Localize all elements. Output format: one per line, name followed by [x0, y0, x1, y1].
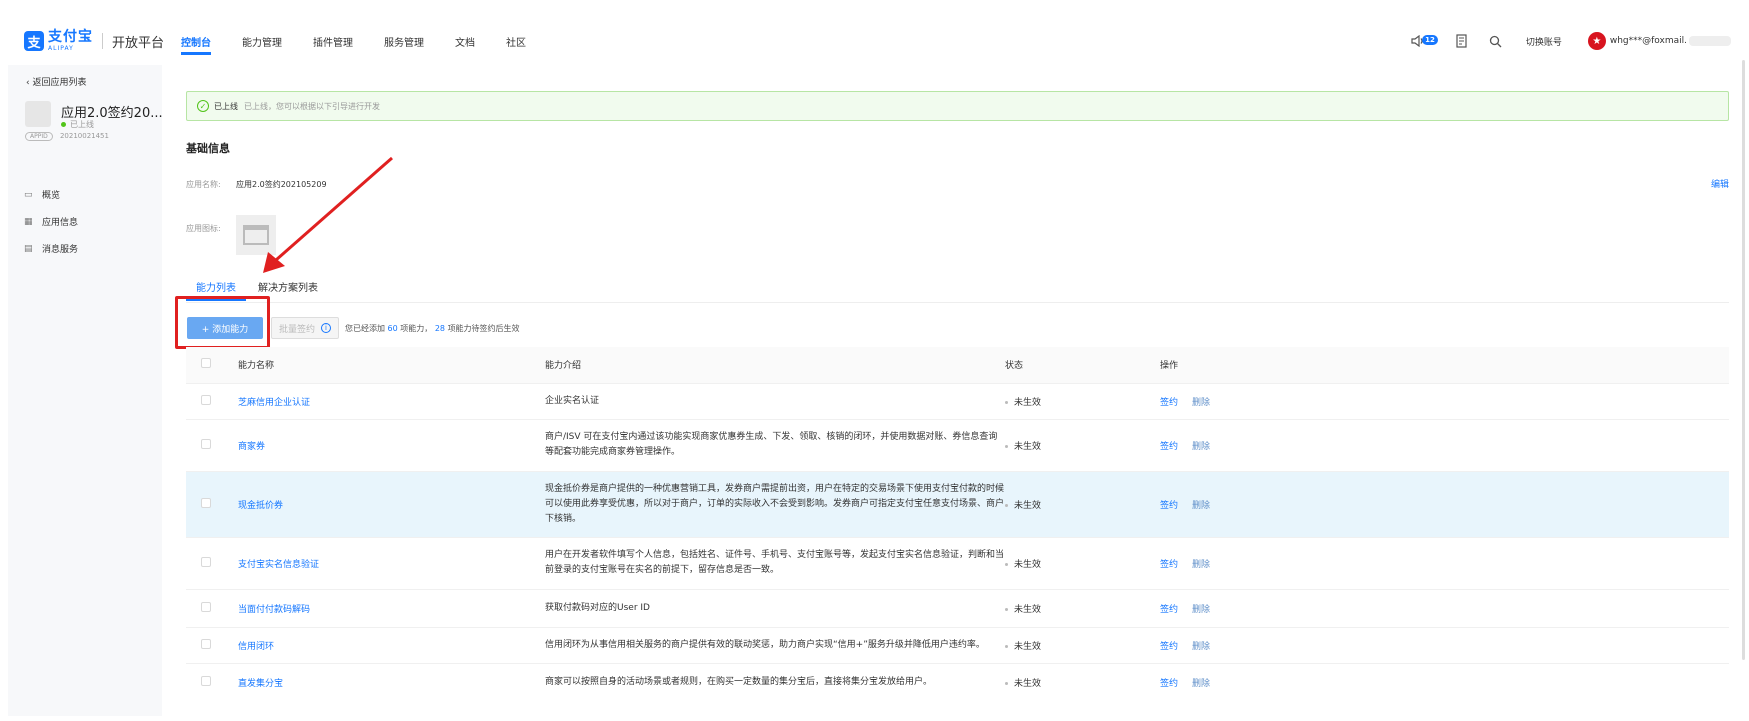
row-checkbox[interactable] — [201, 638, 211, 649]
row-checkbox[interactable] — [201, 675, 211, 686]
status-cell: 未生效 — [1005, 382, 1160, 419]
status-cell: 未生效 — [1005, 536, 1160, 589]
table-row: 直发集分宝 商家可以按照自身的活动场景或者规则，在购买一定数量的集分宝后，直接将… — [186, 662, 1729, 701]
delete-link[interactable]: 删除 — [1192, 501, 1210, 511]
capability-desc: 商户/ISV 可在支付宝内通过该功能实现商家优惠券生成、下发、领取、核销的闭环，… — [545, 418, 1005, 471]
status-cell: 未生效 — [1005, 662, 1160, 701]
table-row: 当面付付款码解码 获取付款码对应的User ID 未生效 签约 删除 — [186, 588, 1729, 627]
status-cell: 未生效 — [1005, 418, 1160, 471]
capability-desc: 获取付款码对应的User ID — [545, 588, 1005, 627]
capability-desc: 现金抵价券是商户提供的一种优惠营销工具，发券商户需提前出资，用户在特定的交易场景… — [545, 470, 1005, 537]
capability-desc: 用户在开发者软件填写个人信息，包括姓名、证件号、手机号、支付宝账号等，发起支付宝… — [545, 536, 1005, 589]
table-row: 现金抵价券 现金抵价券是商户提供的一种优惠营销工具，发券商户需提前出资，用户在特… — [186, 470, 1729, 537]
sign-link[interactable]: 签约 — [1160, 442, 1178, 452]
capability-name-link[interactable]: 现金抵价券 — [238, 501, 283, 511]
capability-name-link[interactable]: 芝麻信用企业认证 — [238, 398, 310, 408]
status-cell: 未生效 — [1005, 470, 1160, 537]
capability-table: 能力名称 能力介绍 状态 操作 芝麻信用企业认证 企业实名认证 未生效 签约 删除… — [186, 347, 1729, 701]
delete-link[interactable]: 删除 — [1192, 605, 1210, 615]
delete-link[interactable]: 删除 — [1192, 442, 1210, 452]
capability-desc: 企业实名认证 — [545, 382, 1005, 419]
capability-name-link[interactable]: 当面付付款码解码 — [238, 605, 310, 615]
capability-name-link[interactable]: 信用闭环 — [238, 642, 274, 652]
capability-desc: 商家可以按照自身的活动场景或者规则，在购买一定数量的集分宝后，直接将集分宝发放给… — [545, 662, 1005, 701]
table-row: 信用闭环 信用闭环为从事信用相关服务的商户提供有效的联动奖惩，助力商户实现“信用… — [186, 626, 1729, 663]
row-checkbox[interactable] — [201, 438, 211, 449]
page-scrollbar[interactable] — [1742, 60, 1745, 660]
delete-link[interactable]: 删除 — [1192, 642, 1210, 652]
status-cell: 未生效 — [1005, 588, 1160, 627]
select-all-checkbox[interactable] — [201, 358, 211, 369]
sign-link[interactable]: 签约 — [1160, 605, 1178, 615]
table-row: 支付宝实名信息验证 用户在开发者软件填写个人信息，包括姓名、证件号、手机号、支付… — [186, 536, 1729, 589]
sign-link[interactable]: 签约 — [1160, 398, 1178, 408]
sign-link[interactable]: 签约 — [1160, 560, 1178, 570]
row-checkbox[interactable] — [201, 601, 211, 612]
header-capability-name: 能力名称 — [238, 347, 545, 383]
row-checkbox[interactable] — [201, 556, 211, 567]
table-header-row: 能力名称 能力介绍 状态 操作 — [186, 347, 1729, 383]
delete-link[interactable]: 删除 — [1192, 398, 1210, 408]
table-row: 商家券 商户/ISV 可在支付宝内通过该功能实现商家优惠券生成、下发、领取、核销… — [186, 418, 1729, 471]
header-actions: 操作 — [1160, 347, 1729, 383]
capability-name-link[interactable]: 直发集分宝 — [238, 679, 283, 689]
capability-name-link[interactable]: 支付宝实名信息验证 — [238, 560, 319, 570]
capability-name-link[interactable]: 商家券 — [238, 442, 265, 452]
sign-link[interactable]: 签约 — [1160, 501, 1178, 511]
row-checkbox[interactable] — [201, 394, 211, 405]
status-cell: 未生效 — [1005, 626, 1160, 663]
header-status: 状态 — [1005, 347, 1160, 383]
sign-link[interactable]: 签约 — [1160, 642, 1178, 652]
table-row: 芝麻信用企业认证 企业实名认证 未生效 签约 删除 — [186, 382, 1729, 419]
delete-link[interactable]: 删除 — [1192, 679, 1210, 689]
sign-link[interactable]: 签约 — [1160, 679, 1178, 689]
capability-desc: 信用闭环为从事信用相关服务的商户提供有效的联动奖惩，助力商户实现“信用+”服务升… — [545, 626, 1005, 663]
row-checkbox[interactable] — [201, 497, 211, 508]
header-capability-desc: 能力介绍 — [545, 347, 1005, 383]
delete-link[interactable]: 删除 — [1192, 560, 1210, 570]
